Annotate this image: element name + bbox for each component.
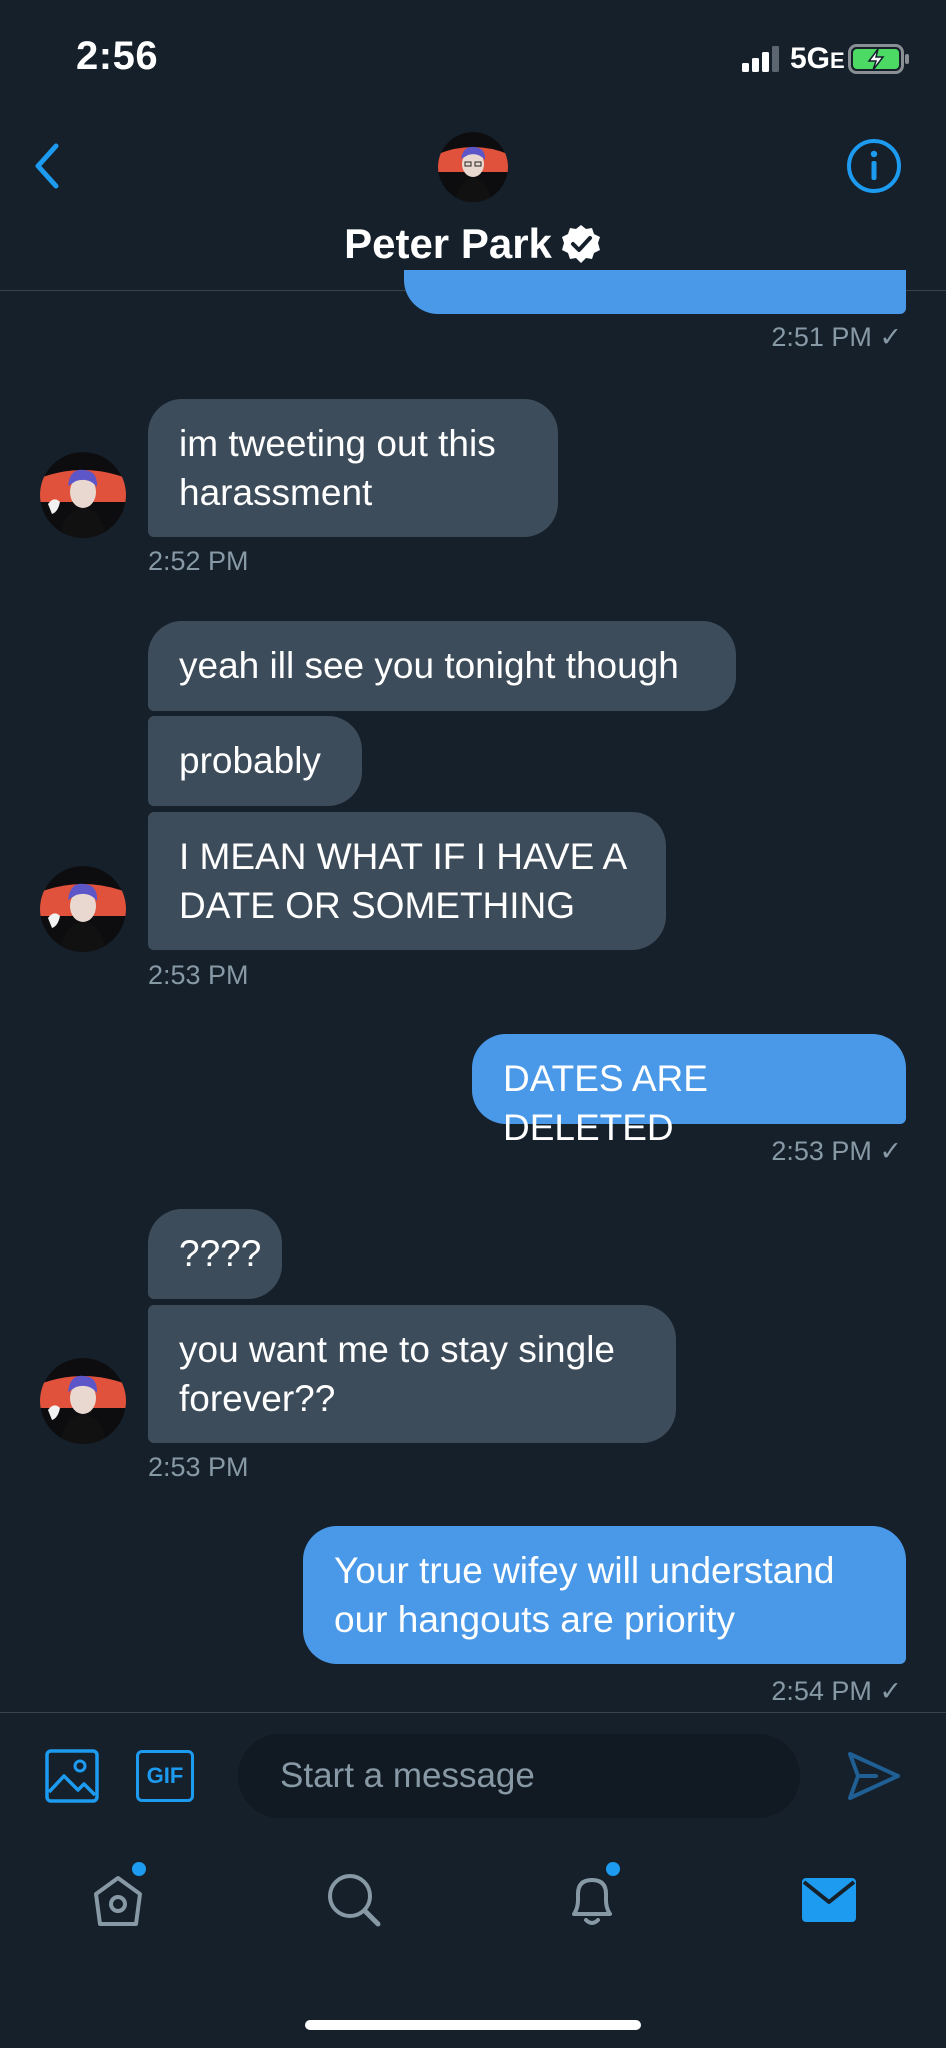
message-timestamp: 2:53 PM (148, 1452, 249, 1482)
network-suffix: E (830, 48, 845, 73)
network-label: 5G (790, 42, 831, 75)
contact-avatar[interactable] (40, 452, 126, 538)
composer-divider (0, 1712, 946, 1713)
contact-name: Peter Park (344, 220, 552, 267)
search-icon[interactable] (324, 1870, 384, 1930)
home-indicator[interactable] (305, 2020, 641, 2030)
status-time: 2:56 (76, 34, 159, 78)
message-timestamp: 2:53 PM ✓ (771, 1136, 902, 1166)
message-timestamp: 2:51 PM ✓ (771, 322, 902, 352)
mail-icon[interactable] (800, 1870, 860, 1930)
message-timestamp: 2:53 PM (148, 960, 249, 990)
send-icon[interactable] (846, 1748, 902, 1804)
notifications-dot (606, 1862, 620, 1876)
message-timestamp: 2:52 PM (148, 546, 249, 576)
bell-icon[interactable] (562, 1870, 622, 1930)
back-chevron-icon[interactable] (24, 134, 74, 198)
sent-message[interactable]: Your true wifey will understand our hang… (303, 1526, 906, 1664)
message-input[interactable] (238, 1734, 800, 1818)
sent-message[interactable]: DATES ARE DELETED (472, 1034, 906, 1148)
header-avatar[interactable] (438, 132, 508, 202)
home-icon[interactable] (88, 1870, 148, 1930)
home-notification-dot (132, 1862, 146, 1876)
gif-button[interactable]: GIF (136, 1750, 194, 1802)
received-message[interactable]: I MEAN WHAT IF I HAVE A DATE OR SOMETHIN… (148, 812, 666, 950)
received-message[interactable]: im tweeting out this harassment (148, 399, 558, 537)
info-icon[interactable] (846, 138, 902, 194)
contact-name-row[interactable]: Peter Park (0, 220, 946, 268)
received-message[interactable]: yeah ill see you tonight though (148, 621, 736, 711)
image-icon[interactable] (44, 1748, 100, 1804)
verified-badge-icon (561, 224, 600, 263)
received-message[interactable]: ???? (148, 1209, 282, 1299)
signal-icon (742, 46, 779, 72)
contact-avatar[interactable] (40, 866, 126, 952)
received-message[interactable]: you want me to stay single forever?? (148, 1305, 676, 1443)
message-timestamp: 2:54 PM ✓ (771, 1676, 902, 1706)
received-message[interactable]: probably (148, 716, 362, 806)
contact-avatar[interactable] (40, 1358, 126, 1444)
battery-charging-icon (848, 44, 909, 74)
sent-bubble-partial[interactable] (404, 270, 906, 314)
